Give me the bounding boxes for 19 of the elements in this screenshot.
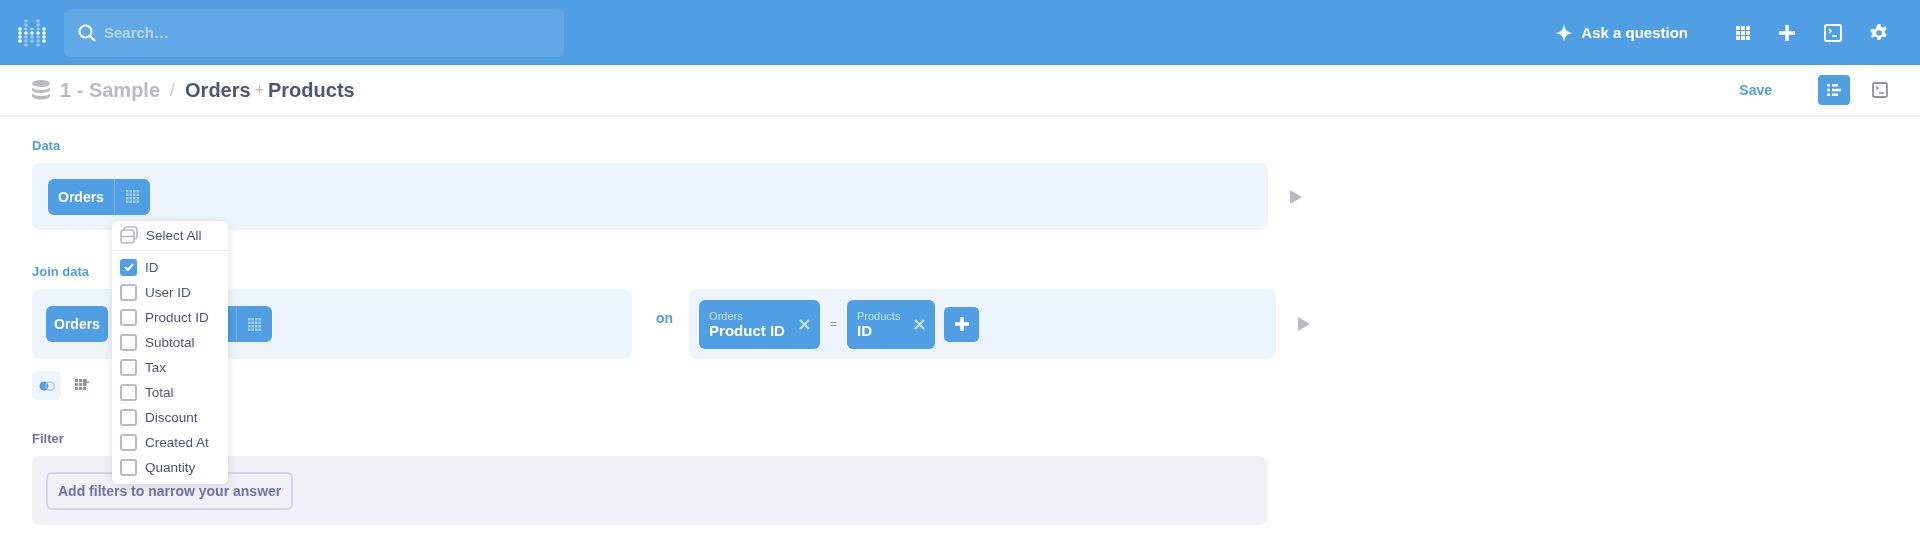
table-name: Products [268,78,355,102]
column-option[interactable]: Discount [112,404,228,430]
column-option[interactable]: ID [112,254,228,280]
on-label: on [656,310,674,326]
equals-sign: = [829,317,837,331]
column-option[interactable]: User ID [112,279,228,305]
section-label: Data [32,138,61,153]
column-option[interactable]: Tax [112,354,228,380]
select-all-option[interactable]: Select All [112,220,228,251]
column-option[interactable]: Total [112,379,228,405]
plus-sign: + [254,81,264,99]
column-option[interactable]: Subtotal [112,329,228,355]
breadcrumb-separator: / [170,79,176,101]
column-option[interactable]: Product ID [112,304,228,330]
search-field[interactable]: Search… [64,8,564,57]
section-label: Filter [32,431,64,446]
table-name: Orders [185,78,251,102]
column-option[interactable]: Created At [112,429,228,455]
section-label: Join data [32,264,90,279]
